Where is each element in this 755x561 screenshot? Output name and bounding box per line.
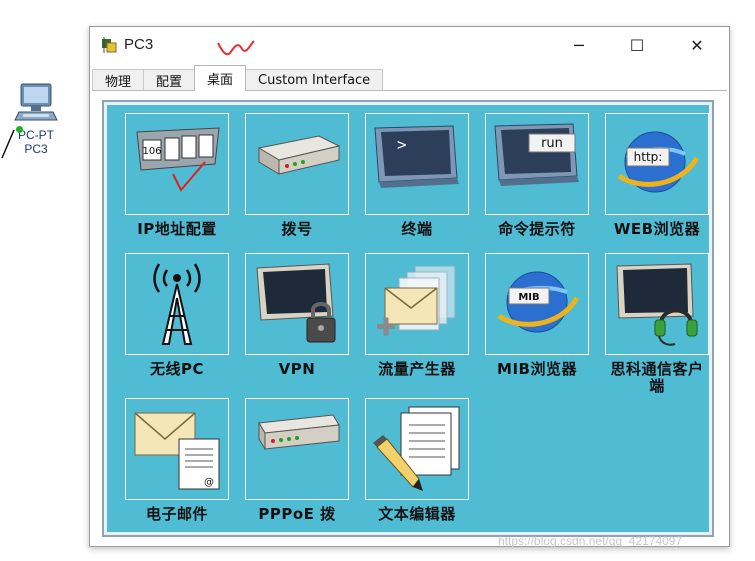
app-dialup[interactable]: 拨号 <box>245 113 349 238</box>
app-tile[interactable]: MIB <box>485 253 589 355</box>
app-label: 文本编辑器 <box>378 505 456 523</box>
ip-communicator-icon <box>616 263 698 346</box>
app-command-prompt[interactable]: run 命令提示符 <box>485 113 589 238</box>
app-label: 终端 <box>401 220 433 238</box>
app-text-editor[interactable]: 文本编辑器 <box>365 398 469 523</box>
tab-separator <box>92 90 727 91</box>
device-name-label: PC3 <box>24 142 48 156</box>
app-tile[interactable] <box>245 398 349 500</box>
app-label: WEB浏览器 <box>613 220 701 238</box>
desktop-frame: 106 IP地址配置 拨号 > 终端 run 命令提示符 http: WEB浏览… <box>102 100 714 537</box>
pc-window: PC3 ─ ☐ ✕ 物理 配置 桌面 Custom Interface 106 <box>89 26 730 547</box>
svg-text:@: @ <box>204 477 214 488</box>
app-tile[interactable]: run <box>485 113 589 215</box>
app-traffic-generator[interactable]: 流量产生器 <box>365 253 469 378</box>
title-bar[interactable]: PC3 ─ ☐ ✕ <box>90 27 729 63</box>
app-label: 拨号 <box>281 220 313 238</box>
app-mib-browser[interactable]: MIB MIB浏览器 <box>485 253 589 378</box>
app-label: MIB浏览器 <box>497 360 577 378</box>
svg-text:MIB: MIB <box>518 292 539 303</box>
command-prompt-icon: run <box>494 123 579 186</box>
packet-tracer-app-icon <box>102 37 117 53</box>
app-ip-config[interactable]: 106 IP地址配置 <box>125 113 229 238</box>
app-wireless-pc[interactable]: 无线PC <box>125 253 229 378</box>
terminal-icon: > <box>374 125 459 188</box>
mib-browser-icon: MIB <box>497 271 580 333</box>
tab-bar: 物理 配置 桌面 Custom Interface <box>92 65 384 91</box>
app-ip-communicator[interactable]: 思科通信客户端 <box>605 253 709 395</box>
app-label: 命令提示符 <box>498 220 576 238</box>
app-tile[interactable]: @ <box>125 398 229 500</box>
red-annotation-mark <box>217 40 255 56</box>
link-status-dot <box>16 126 23 133</box>
window-title: PC3 <box>124 36 154 53</box>
wireless-tower-icon <box>153 263 201 345</box>
app-terminal[interactable]: > 终端 <box>365 113 469 238</box>
app-label: PPPoE 拨 <box>258 505 336 523</box>
app-label: 思科通信客户端 <box>610 360 704 395</box>
app-label: 电子邮件 <box>145 505 208 523</box>
desktop-area: 106 IP地址配置 拨号 > 终端 run 命令提示符 http: WEB浏览… <box>107 105 709 532</box>
app-tile[interactable] <box>125 253 229 355</box>
app-tile[interactable] <box>365 253 469 355</box>
vpn-lock-icon <box>256 263 336 343</box>
app-pppoe-dialer[interactable]: PPPoE 拨 <box>245 398 349 523</box>
close-button[interactable]: ✕ <box>674 27 720 63</box>
pc-device-icon <box>14 83 58 121</box>
email-icon: @ <box>134 412 220 490</box>
tab-physical[interactable]: 物理 <box>92 69 145 91</box>
traffic-generator-icon <box>377 265 456 336</box>
svg-text:http:: http: <box>634 150 663 164</box>
app-tile[interactable]: 106 <box>125 113 229 215</box>
app-tile[interactable] <box>365 398 469 500</box>
watermark-text: https://blog.csdn.net/qq_42174097 <box>498 534 683 548</box>
ip-config-icon: 106 <box>136 127 220 192</box>
app-label: 流量产生器 <box>378 360 456 378</box>
app-label: VPN <box>278 360 316 378</box>
tab-config[interactable]: 配置 <box>143 69 196 91</box>
dialup-modem-icon <box>257 135 341 175</box>
tab-desktop[interactable]: 桌面 <box>194 65 247 91</box>
svg-text:>: > <box>397 135 407 154</box>
app-tile[interactable]: > <box>365 113 469 215</box>
app-label: IP地址配置 <box>137 220 217 238</box>
app-label: 无线PC <box>149 360 204 378</box>
app-vpn[interactable]: VPN <box>245 253 349 378</box>
app-tile[interactable] <box>605 253 709 355</box>
text-editor-icon <box>373 406 460 491</box>
web-browser-icon: http: <box>617 131 700 193</box>
minimize-button[interactable]: ─ <box>556 27 602 63</box>
workspace-pc-device[interactable]: PC-PT PC3 <box>8 82 64 156</box>
app-web-browser[interactable]: http: WEB浏览器 <box>605 113 709 238</box>
maximize-button[interactable]: ☐ <box>614 27 660 63</box>
app-tile[interactable] <box>245 253 349 355</box>
svg-text:run: run <box>541 136 563 151</box>
app-tile[interactable]: http: <box>605 113 709 215</box>
tab-custom-interface[interactable]: Custom Interface <box>245 69 384 91</box>
pppoe-dialer-icon <box>258 414 340 451</box>
app-email[interactable]: @ 电子邮件 <box>125 398 229 523</box>
app-tile[interactable] <box>245 113 349 215</box>
svg-text:106: 106 <box>142 146 161 157</box>
